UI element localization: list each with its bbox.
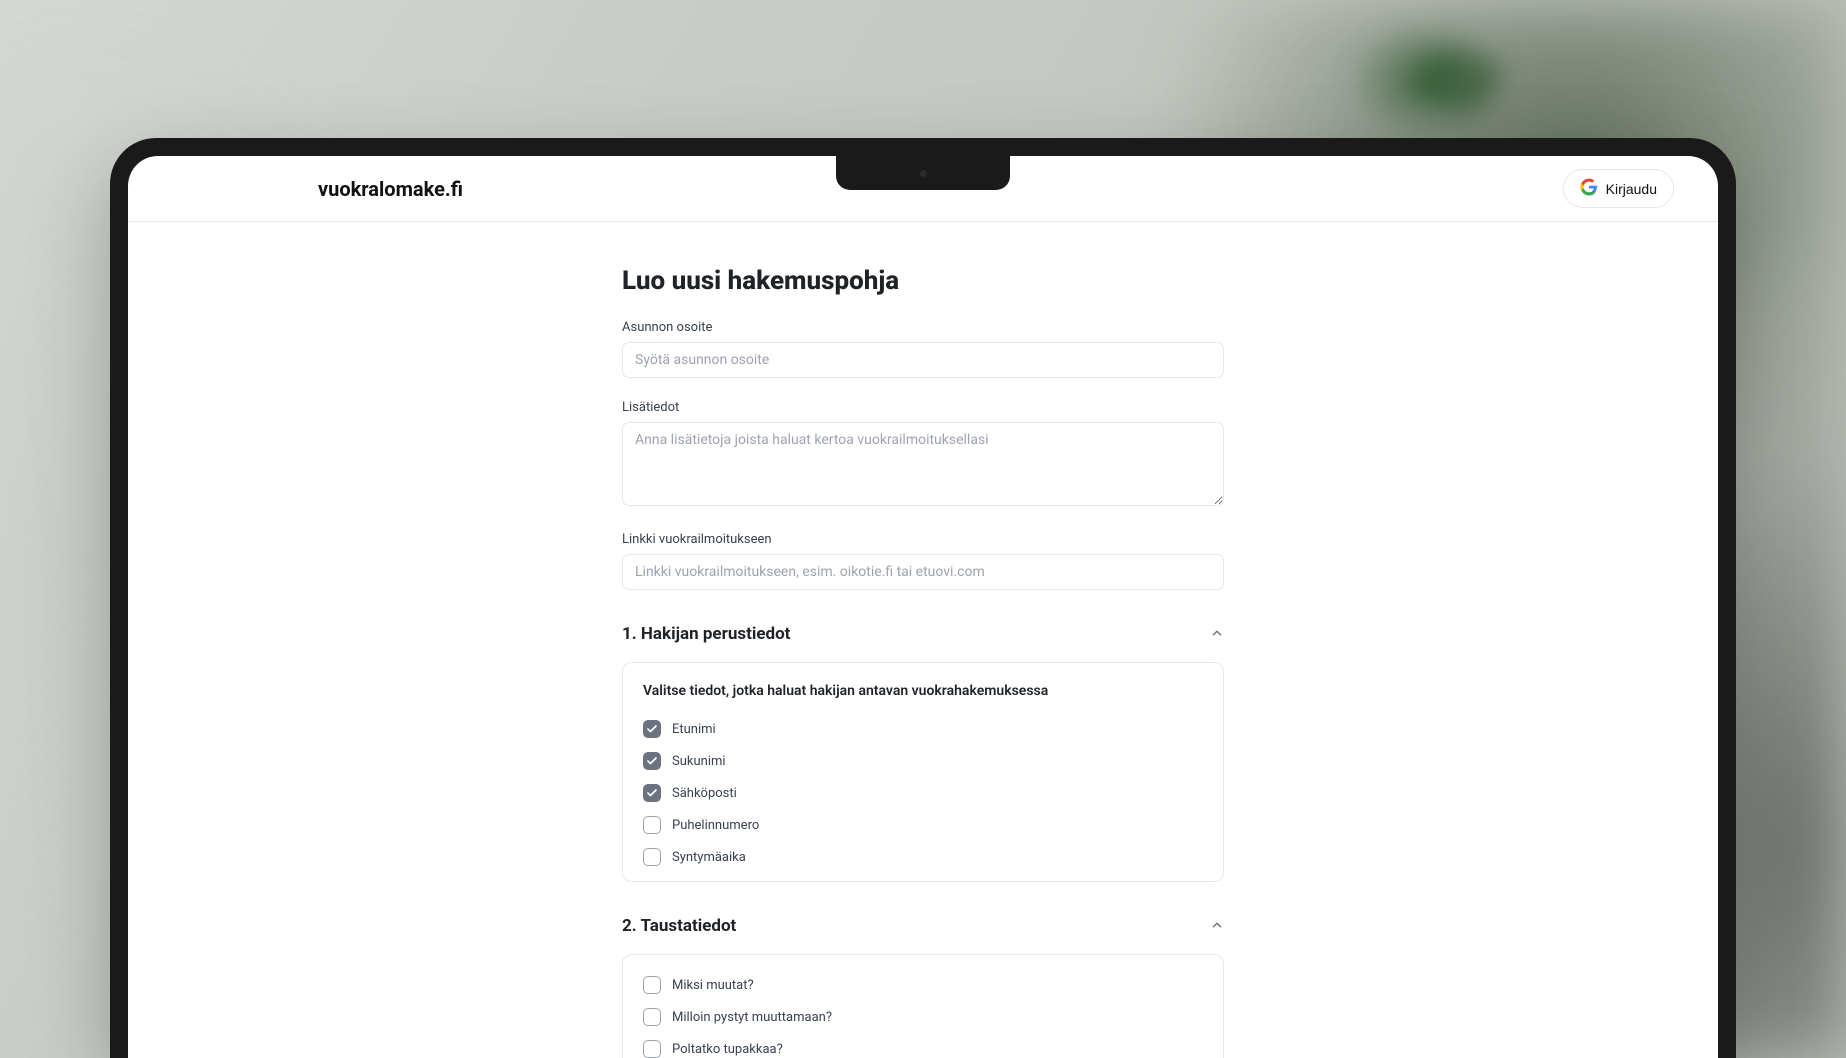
checkbox-row: Miksi muutat? xyxy=(643,969,1203,1001)
checkbox-row: Milloin pystyt muuttamaan? xyxy=(643,1001,1203,1033)
google-icon xyxy=(1580,178,1598,199)
section-header-basic[interactable]: 1. Hakijan perustiedot xyxy=(622,624,1224,644)
address-label: Asunnon osoite xyxy=(622,320,1224,335)
chevron-up-icon xyxy=(1210,917,1224,936)
checkbox-label: Syntymäaika xyxy=(672,850,746,865)
checkbox-row: Syntymäaika xyxy=(643,841,1203,873)
checkbox-milloin-muuttamaan[interactable] xyxy=(643,1008,661,1026)
extra-textarea[interactable] xyxy=(622,422,1224,506)
panel-title-basic: Valitse tiedot, jotka haluat hakijan ant… xyxy=(643,683,1203,699)
chevron-up-icon xyxy=(1210,625,1224,644)
panel-basic: Valitse tiedot, jotka haluat hakijan ant… xyxy=(622,662,1224,882)
checkbox-row: Sähköposti xyxy=(643,777,1203,809)
checkbox-label: Puhelinnumero xyxy=(672,818,759,833)
section-title-background: 2. Taustatiedot xyxy=(622,916,736,936)
checkbox-row: Sukunimi xyxy=(643,745,1203,777)
link-label: Linkki vuokrailmoitukseen xyxy=(622,532,1224,547)
page-title: Luo uusi hakemuspohja xyxy=(622,266,1224,296)
checkbox-row: Etunimi xyxy=(643,713,1203,745)
brand-logo: vuokralomake.fi xyxy=(318,177,463,201)
checkbox-sukunimi[interactable] xyxy=(643,752,661,770)
screen: vuokralomake.fi Kirjaudu Luo uusi hakemu… xyxy=(128,156,1718,1058)
checkbox-label: Miksi muutat? xyxy=(672,978,754,993)
form-column: Luo uusi hakemuspohja Asunnon osoite Lis… xyxy=(622,266,1224,1058)
checkbox-label: Poltatko tupakkaa? xyxy=(672,1042,783,1057)
section-header-background[interactable]: 2. Taustatiedot xyxy=(622,916,1224,936)
login-button[interactable]: Kirjaudu xyxy=(1563,169,1674,208)
checkbox-sahkoposti[interactable] xyxy=(643,784,661,802)
login-label: Kirjaudu xyxy=(1606,181,1657,197)
address-input[interactable] xyxy=(622,342,1224,378)
checkbox-row: Poltatko tupakkaa? xyxy=(643,1033,1203,1058)
checkbox-label: Etunimi xyxy=(672,722,716,737)
laptop-notch xyxy=(836,156,1010,190)
link-input[interactable] xyxy=(622,554,1224,590)
checkbox-syntymaaika[interactable] xyxy=(643,848,661,866)
checkbox-miksi-muutat[interactable] xyxy=(643,976,661,994)
checkbox-poltatko-tupakkaa[interactable] xyxy=(643,1040,661,1058)
main-content: Luo uusi hakemuspohja Asunnon osoite Lis… xyxy=(128,222,1718,1058)
extra-label: Lisätiedot xyxy=(622,400,1224,415)
checkbox-label: Sähköposti xyxy=(672,786,737,801)
checkbox-row: Puhelinnumero xyxy=(643,809,1203,841)
field-extra: Lisätiedot xyxy=(622,400,1224,510)
checkbox-label: Sukunimi xyxy=(672,754,726,769)
panel-background: Miksi muutat? Milloin pystyt muuttamaan?… xyxy=(622,954,1224,1058)
section-title-basic: 1. Hakijan perustiedot xyxy=(622,624,790,644)
field-link: Linkki vuokrailmoitukseen xyxy=(622,532,1224,590)
checkbox-puhelinnumero[interactable] xyxy=(643,816,661,834)
field-address: Asunnon osoite xyxy=(622,320,1224,378)
checkbox-label: Milloin pystyt muuttamaan? xyxy=(672,1010,832,1025)
checkbox-etunimi[interactable] xyxy=(643,720,661,738)
laptop-frame: vuokralomake.fi Kirjaudu Luo uusi hakemu… xyxy=(110,138,1736,1058)
